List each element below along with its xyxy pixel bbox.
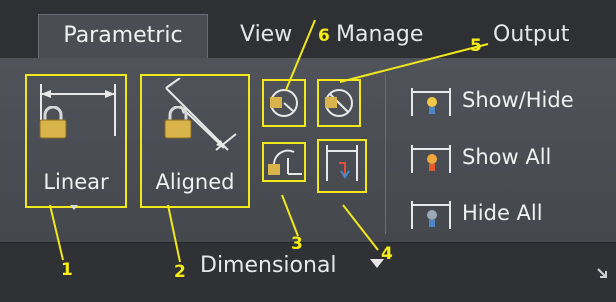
annotation-number: 2	[174, 262, 186, 282]
annotation-lines	[49, 19, 489, 263]
annotation-number: 5	[470, 36, 482, 56]
annotation-number: 1	[61, 260, 73, 280]
annotation-number: 6	[318, 26, 330, 46]
annotation-number: 3	[291, 234, 303, 254]
annotation-number: 4	[381, 244, 393, 264]
